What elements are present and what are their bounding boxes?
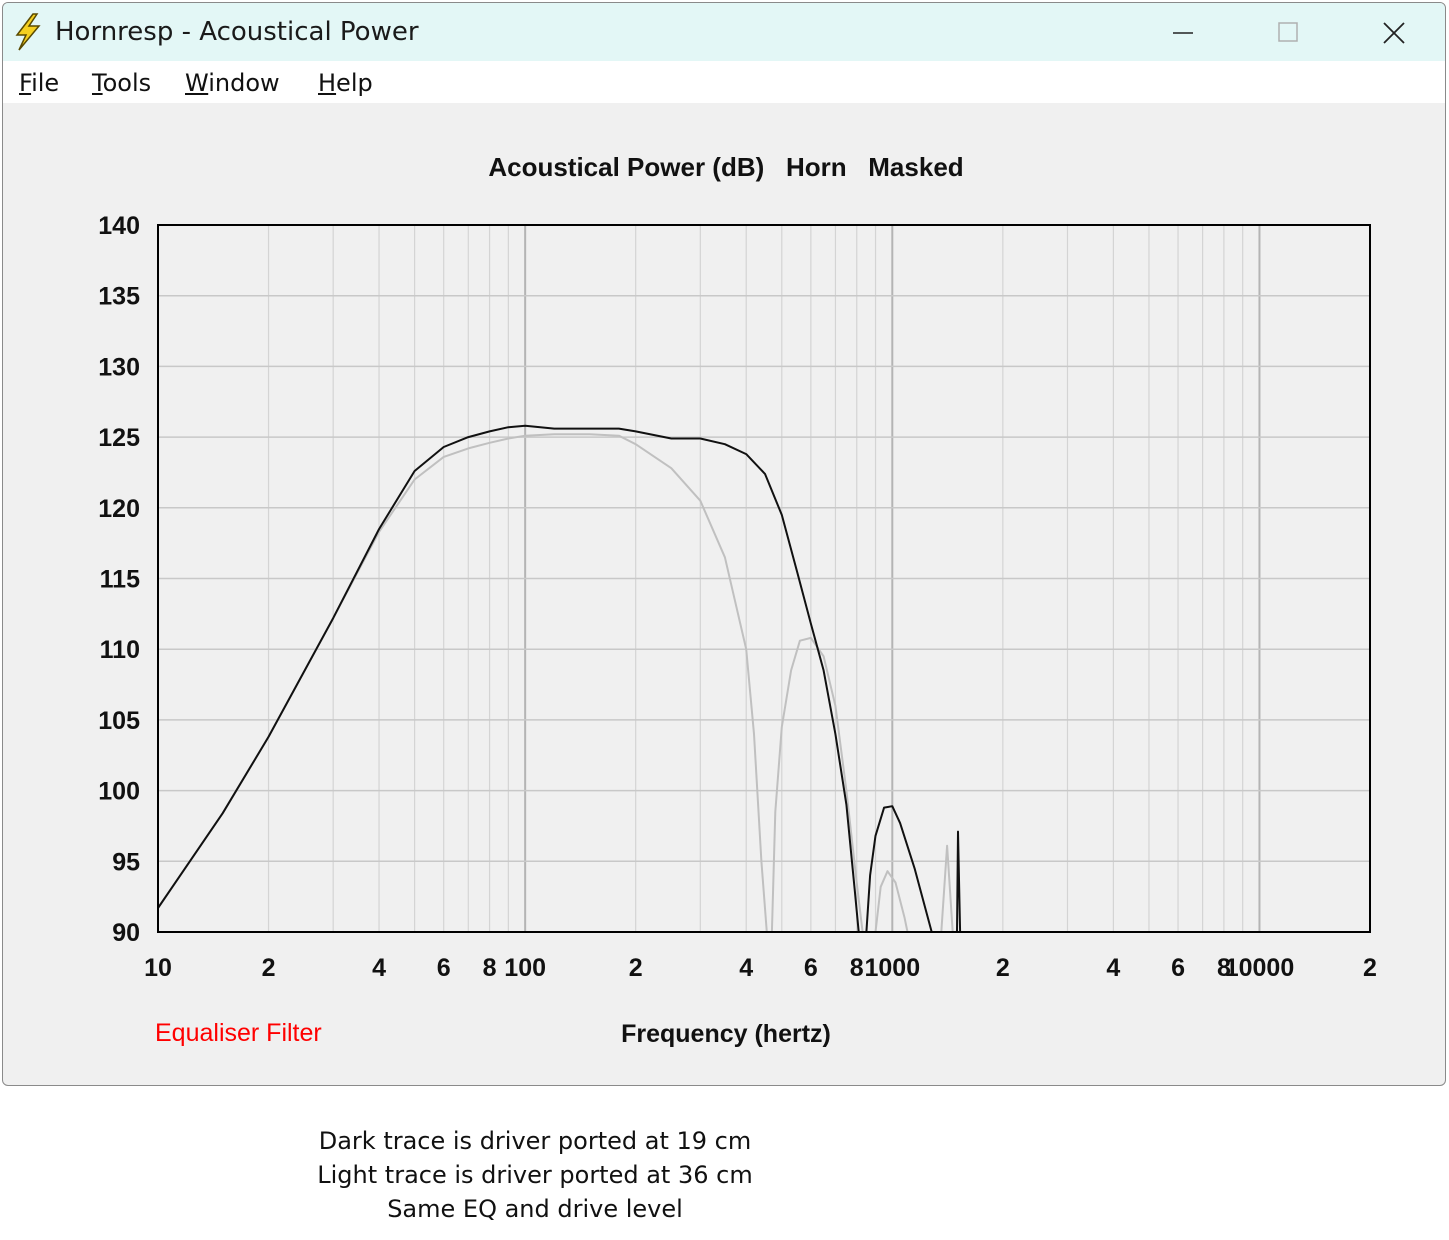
caption-line: Dark trace is driver ported at 19 cm [318,1127,752,1155]
traces [157,424,962,933]
x-tick-label: 4 [1106,954,1120,982]
series-line [157,433,768,933]
grid-lines [158,224,1370,933]
x-tick-label: 8 [850,954,864,982]
series-line [770,636,864,933]
x-tick-label: 2 [262,954,276,982]
x-axis-label: Frequency (hertz) [621,1020,831,1048]
y-tick-label: 140 [98,212,140,240]
y-tick-label: 110 [100,636,140,664]
series-line [865,805,933,933]
x-tick-label: 4 [739,954,753,982]
x-tick-label: 4 [372,954,386,982]
x-tick-label: 10000 [1225,954,1295,982]
series-line [940,844,954,933]
x-tick-label: 10 [144,954,172,982]
x-tick-label: 100 [504,954,546,982]
x-tick-label: 8 [483,954,497,982]
x-tick-label: 1000 [865,954,921,982]
x-tick-label: 2 [996,954,1010,982]
y-tick-label: 125 [98,424,140,452]
y-tick-labels: 140 135 130 125 120 115 110 105 100 95 90 [98,212,140,947]
x-tick-label: 2 [629,954,643,982]
x-tick-labels: 10 2 4 6 8 100 2 4 6 8 1000 2 4 6 810000 2 [144,954,1377,982]
caption: Dark trace is driver ported at 19 cm Lig… [300,1124,770,1226]
x-tick-label: 6 [804,954,818,982]
x-tick-label: 6 [1171,954,1185,982]
equaliser-filter-label: Equaliser Filter [155,1019,322,1047]
y-tick-label: 100 [98,778,140,806]
x-tick-label: 6 [437,954,451,982]
y-tick-label: 135 [98,283,140,311]
caption-line: Light trace is driver ported at 36 cm [317,1161,753,1189]
app-window: Hornresp - Acoustical Power File Tools W… [2,2,1446,1086]
acoustical-power-chart: Acoustical Power (dB) Horn Masked 140 135… [98,152,1377,1048]
y-tick-label: 120 [98,495,140,523]
caption-line: Same EQ and drive level [387,1195,683,1223]
y-tick-label: 105 [98,707,140,735]
y-tick-label: 95 [112,848,140,876]
y-tick-label: 115 [100,566,140,594]
y-tick-label: 130 [98,353,140,381]
chart-title: Acoustical Power (dB) Horn Masked [488,152,963,182]
series-line [956,830,962,933]
x-tick-label: 2 [1363,954,1377,982]
y-tick-label: 90 [112,919,140,947]
